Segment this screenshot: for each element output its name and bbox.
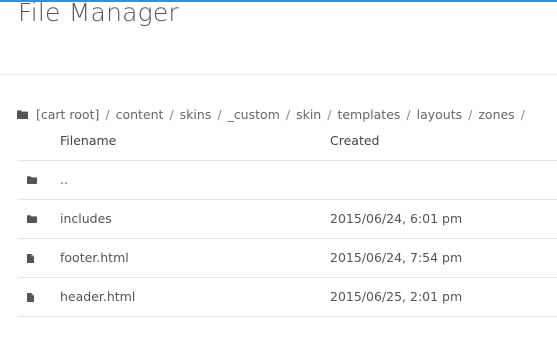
table-row[interactable]: includes 2015/06/24, 6:01 pm [18, 200, 557, 239]
created-date: 2015/06/24, 6:01 pm [330, 211, 463, 226]
column-header-created[interactable]: Created [330, 133, 379, 148]
breadcrumb-separator: / [169, 106, 174, 122]
filename[interactable]: .. [60, 172, 68, 187]
file-icon [27, 254, 34, 263]
page-header: File Manager [0, 0, 557, 75]
table-header: Filename Created [18, 122, 557, 161]
column-header-filename[interactable]: Filename [60, 133, 116, 148]
breadcrumb-separator: / [520, 106, 525, 122]
breadcrumb: [cart root] / content / skins / _custom … [17, 105, 531, 123]
created-date: 2015/06/25, 2:01 pm [330, 289, 463, 304]
file-table: Filename Created .. includes 2015/06/24,… [18, 122, 557, 317]
table-row[interactable]: footer.html 2015/06/24, 7:54 pm [18, 239, 557, 278]
breadcrumb-item-layouts[interactable]: layouts [417, 107, 463, 122]
table-row[interactable]: header.html 2015/06/25, 2:01 pm [18, 278, 557, 317]
breadcrumb-item-skins[interactable]: skins [180, 107, 212, 122]
breadcrumb-item-templates[interactable]: templates [337, 107, 400, 122]
filename[interactable]: header.html [60, 289, 135, 304]
file-manager-page: File Manager [cart root] / content / ski… [0, 0, 557, 364]
breadcrumb-separator: / [217, 106, 222, 122]
breadcrumb-separator: / [468, 106, 473, 122]
breadcrumb-item-custom[interactable]: _custom [228, 107, 280, 122]
file-icon [27, 293, 34, 302]
filename[interactable]: footer.html [60, 250, 129, 265]
breadcrumb-item-cart-root[interactable]: [cart root] [36, 107, 99, 122]
folder-icon [27, 215, 37, 223]
folder-icon [27, 176, 37, 184]
breadcrumb-item-content[interactable]: content [116, 107, 164, 122]
breadcrumb-separator: / [285, 106, 291, 122]
folder-icon [17, 109, 28, 119]
breadcrumb-item-zones[interactable]: zones [478, 107, 514, 122]
created-date: 2015/06/24, 7:54 pm [330, 250, 463, 265]
page-title: File Manager [18, 0, 179, 27]
filename[interactable]: includes [60, 211, 112, 226]
breadcrumb-separator: / [327, 106, 332, 122]
breadcrumb-separator: / [406, 106, 411, 122]
table-row[interactable]: .. [18, 161, 557, 200]
breadcrumb-separator: / [105, 106, 110, 122]
breadcrumb-item-skin[interactable]: skin [296, 107, 321, 122]
